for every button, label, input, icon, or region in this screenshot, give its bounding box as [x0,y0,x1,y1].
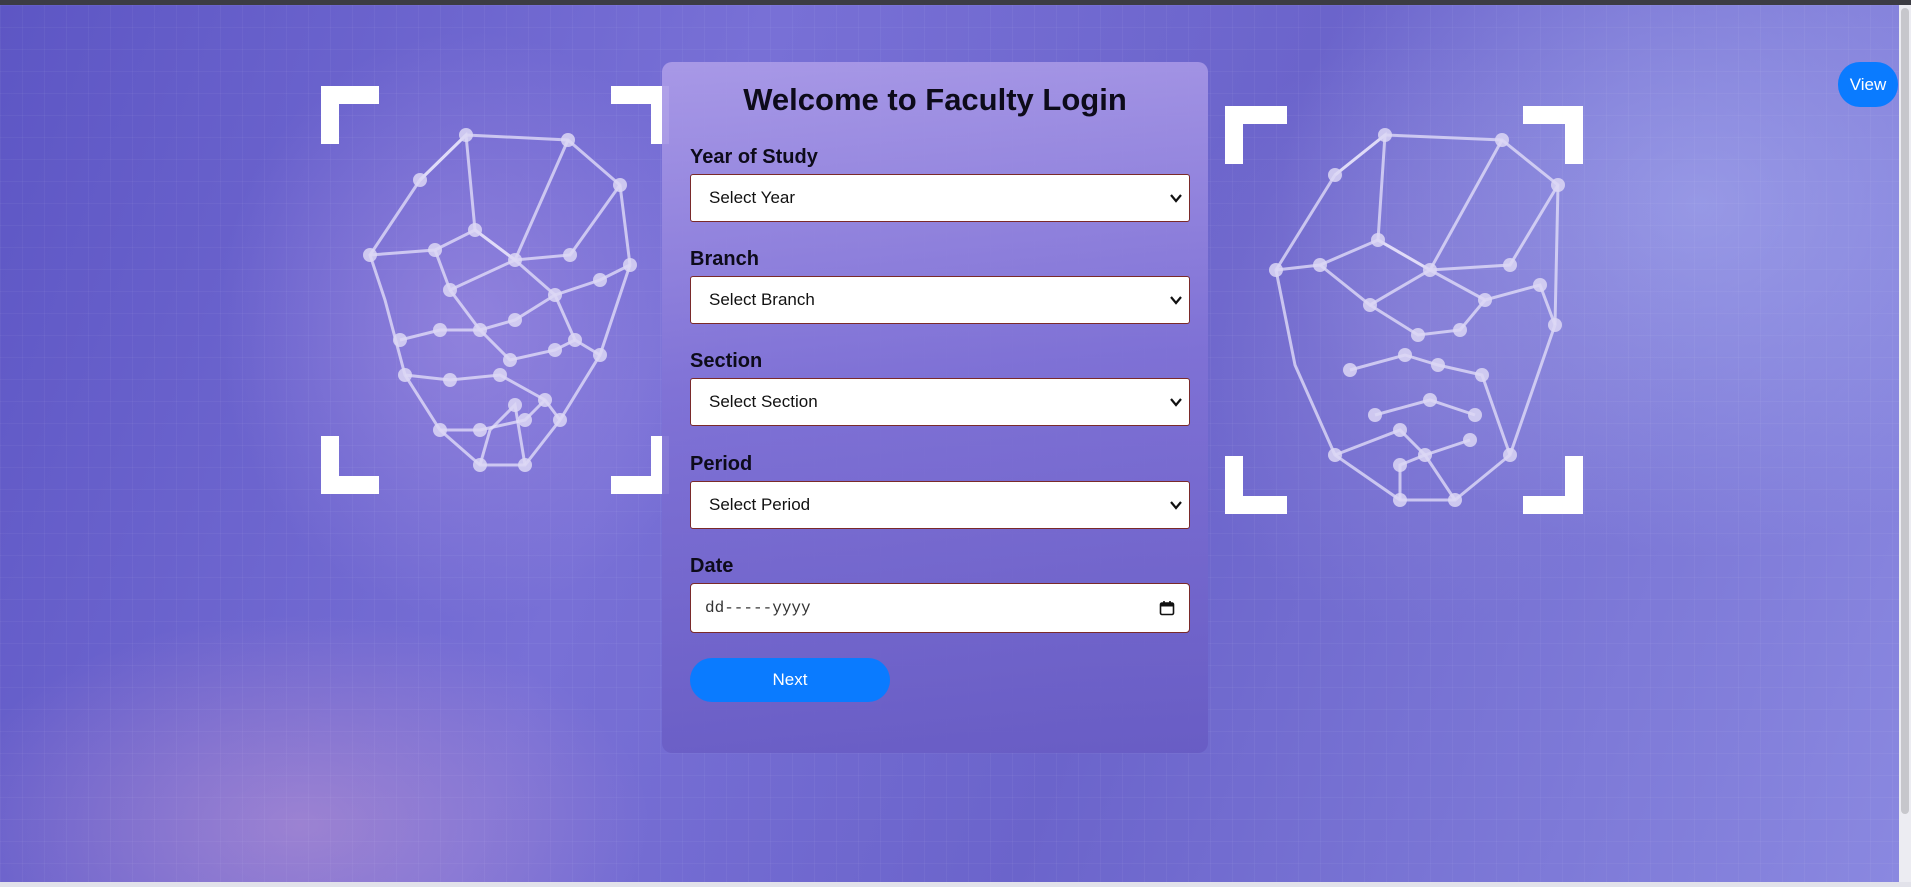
chevron-down-icon [1170,194,1182,203]
page: Welcome to Faculty Login Year of Study S… [0,0,1911,887]
section-label: Section [690,350,763,372]
browser-top-edge [0,0,1911,5]
scan-corner-bl [1225,456,1287,514]
branch-select-value: Select Branch [709,290,815,309]
chevron-down-icon [1170,296,1182,305]
scan-corner-br [611,436,669,494]
faculty-login-card: Welcome to Faculty Login Year of Study S… [662,62,1208,753]
scan-corner-bl [321,436,379,494]
date-input[interactable]: dd-----yyyy [690,583,1190,633]
view-button[interactable]: View [1838,62,1898,107]
chevron-down-icon [1170,398,1182,407]
scan-corner-br [1523,456,1583,514]
period-select-value: Select Period [709,495,811,514]
date-input-placeholder: dd-----yyyy [705,599,811,617]
branch-select[interactable]: Select Branch [690,276,1190,324]
scan-corner-tl [1225,106,1287,164]
branch-label: Branch [690,248,759,270]
face-scan-left-graphic [321,86,669,494]
next-button[interactable]: Next [690,658,890,702]
year-of-study-label: Year of Study [690,146,818,168]
face-scan-right-graphic [1225,106,1583,514]
calendar-icon[interactable] [1159,600,1175,616]
section-select-value: Select Section [709,392,818,411]
scan-corner-tr [611,86,669,144]
browser-bottom-edge [0,882,1911,887]
page-title: Welcome to Faculty Login [743,82,1127,117]
scan-corner-tl [321,86,379,144]
period-label: Period [690,453,753,475]
scrollbar-thumb[interactable] [1901,8,1909,814]
scan-corner-tr [1523,106,1583,164]
period-select[interactable]: Select Period [690,481,1190,529]
section-select[interactable]: Select Section [690,378,1190,426]
chevron-down-icon [1170,501,1182,510]
year-select-value: Select Year [709,188,796,207]
date-label: Date [690,555,734,577]
year-select[interactable]: Select Year [690,174,1190,222]
